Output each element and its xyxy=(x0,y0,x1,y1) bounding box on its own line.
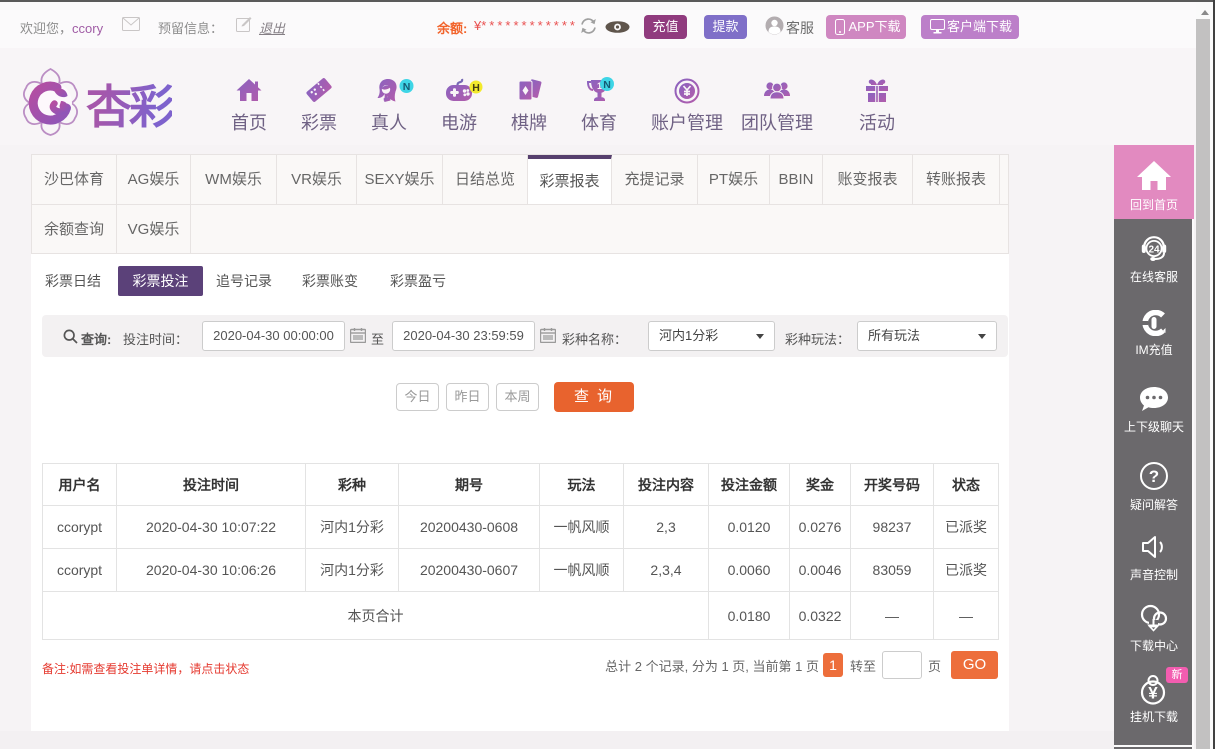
svg-text:H: H xyxy=(472,82,480,94)
svg-text:N: N xyxy=(403,81,411,93)
svg-text:N: N xyxy=(603,79,611,91)
svg-text:¥: ¥ xyxy=(1148,684,1158,703)
svg-text:?: ? xyxy=(1149,467,1159,486)
svg-text:24: 24 xyxy=(1148,245,1160,256)
